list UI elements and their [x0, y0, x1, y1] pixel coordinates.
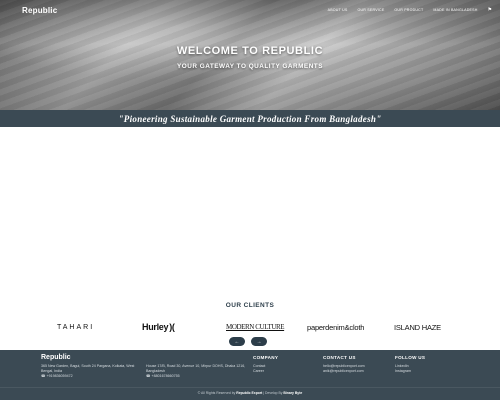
- copyright-prefix: © All Rights Reserved by: [197, 391, 236, 395]
- footer-email-anik[interactable]: anik@republicexport.com: [323, 369, 364, 373]
- footer-heading-contact: CONTACT US: [323, 355, 356, 360]
- footer-phone-india: ☎ +919836059472: [41, 374, 73, 378]
- footer-link-contact[interactable]: Contact: [253, 364, 265, 368]
- hurley-mark-icon: )(: [169, 322, 175, 332]
- flag-icon[interactable]: ⚑: [488, 7, 492, 13]
- footer-phone-india-text: +919836059472: [46, 374, 73, 378]
- footer-link-instagram[interactable]: Instagram: [395, 369, 411, 373]
- hero-subtitle: YOUR GATEWAY TO QUALITY GARMENTS: [177, 63, 323, 70]
- copyright-line: © All Rights Reserved by Republic Export…: [0, 391, 500, 395]
- footer-address-india: 365 New Garden, Bagui, South 24 Pargana,…: [41, 364, 135, 373]
- footer-divider: [0, 387, 500, 388]
- carousel-next-button[interactable]: →: [251, 337, 267, 346]
- footer-heading-follow: FOLLOW US: [395, 355, 426, 360]
- copyright-company-link[interactable]: Republic Export: [236, 391, 262, 395]
- nav-our-product[interactable]: OUR PRODUCT: [394, 8, 423, 12]
- client-logo-hurley: Hurley)(: [142, 320, 175, 334]
- client-logo-paper-denim: paperdenim&cloth: [307, 322, 365, 332]
- footer-link-career[interactable]: Career: [253, 369, 264, 373]
- site-logo[interactable]: Republic: [22, 6, 57, 15]
- client-logos: TAHARI Hurley)( MODERN CULTURE paperdeni…: [0, 320, 500, 334]
- copyright-mid: | Develop By: [263, 391, 283, 395]
- footer-address-bangladesh: House 17/B, Road 30, Avenue 10, Mirpur D…: [146, 364, 246, 373]
- client-logo-island-haze: ISLAND HAZE: [394, 322, 441, 332]
- footer-logo[interactable]: Republic: [41, 354, 71, 361]
- client-logo-hurley-text: Hurley: [142, 322, 169, 332]
- footer-email-hello[interactable]: hello@republicexport.com: [323, 364, 365, 368]
- nav-about-us[interactable]: ABOUT US: [328, 8, 348, 12]
- footer-phone-bangladesh-text: +8801678660755: [151, 374, 180, 378]
- nav-made-in-bangladesh[interactable]: MADE IN BANGLADESH: [433, 8, 477, 12]
- client-logo-tahari: TAHARI: [57, 323, 95, 331]
- footer-link-linkedin[interactable]: LinkedIn: [395, 364, 409, 368]
- tagline-text: "Pioneering Sustainable Garment Producti…: [118, 113, 382, 124]
- carousel-controls: ← →: [229, 337, 267, 346]
- tagline-bar: "Pioneering Sustainable Garment Producti…: [0, 110, 500, 127]
- nav-our-service[interactable]: OUR SERVICE: [358, 8, 385, 12]
- hero-banner: Republic ABOUT US OUR SERVICE OUR PRODUC…: [0, 0, 500, 110]
- carousel-prev-button[interactable]: ←: [229, 337, 245, 346]
- footer-phone-bangladesh: ☎ +8801678660755: [146, 374, 180, 378]
- hero-title: WELCOME TO REPUBLIC: [176, 45, 324, 57]
- top-navbar: Republic ABOUT US OUR SERVICE OUR PRODUC…: [0, 0, 500, 20]
- copyright-developer-link[interactable]: Binary Byte: [283, 391, 302, 395]
- nav-menu: ABOUT US OUR SERVICE OUR PRODUCT MADE IN…: [328, 7, 492, 13]
- client-logo-modern-culture: MODERN CULTURE: [226, 323, 285, 331]
- footer-heading-company: COMPANY: [253, 355, 279, 360]
- clients-title: OUR CLIENTS: [225, 302, 275, 309]
- site-footer: Republic 365 New Garden, Bagui, South 24…: [0, 350, 500, 400]
